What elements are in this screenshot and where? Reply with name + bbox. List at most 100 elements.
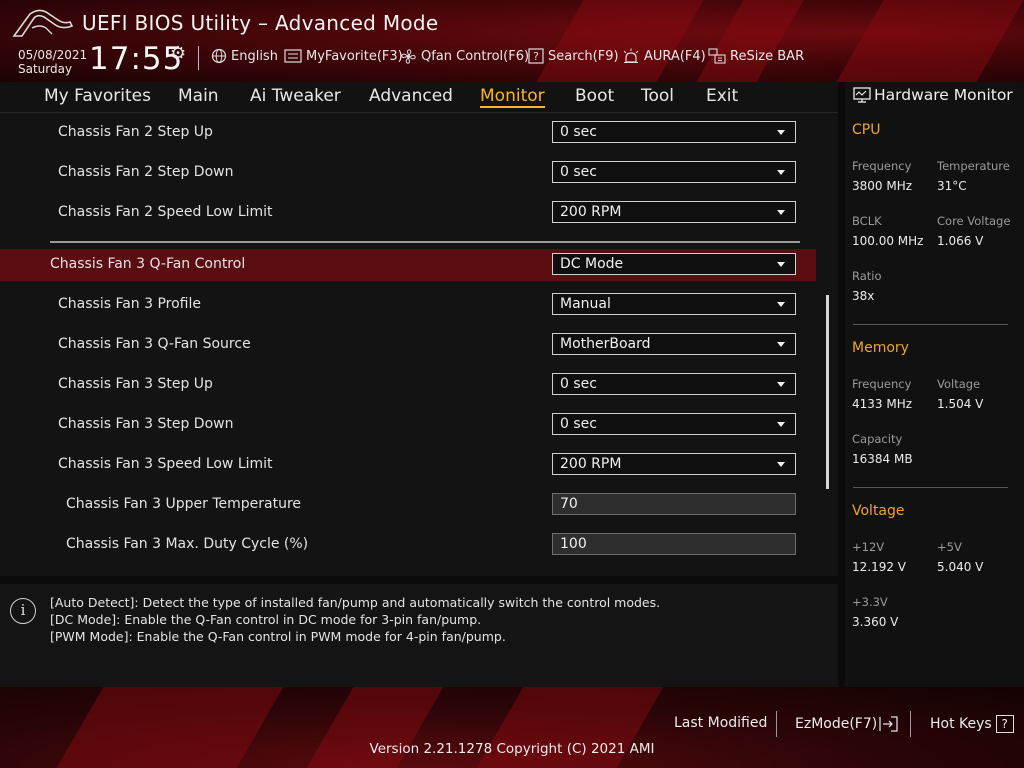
ezmode-button[interactable]: EzMode(F7) [795,715,899,733]
cpu-heading: CPU [852,122,881,138]
setting-dropdown[interactable]: 200 RPM [552,201,796,223]
chevron-down-icon [777,302,785,307]
dropdown-value: 0 sec [560,376,597,392]
hardware-monitor-panel: Hardware Monitor CPU Frequency Temperatu… [845,82,1024,687]
tab-tool[interactable]: Tool [641,86,674,106]
setting-row[interactable]: Chassis Fan 3 Step Down 0 sec [0,409,816,441]
language-button[interactable]: English [211,46,278,66]
header-bar: UEFI BIOS Utility – Advanced Mode 05/08/… [0,0,1024,82]
setting-dropdown[interactable]: 200 RPM [552,453,796,475]
dropdown-value: 0 sec [560,164,597,180]
setting-row[interactable]: Chassis Fan 3 Max. Duty Cycle (%) 100 [0,529,816,561]
v12-label: +12V [852,540,885,554]
myfavorite-button[interactable]: MyFavorite(F3) [284,46,403,66]
setting-dropdown[interactable]: 0 sec [552,121,796,143]
dropdown-value: Manual [560,296,611,312]
setting-dropdown[interactable]: 0 sec [552,413,796,435]
myfavorite-label: MyFavorite(F3) [306,48,403,64]
tab-main[interactable]: Main [178,86,219,106]
main-panel: My Favorites Main Ai Tweaker Advanced Mo… [0,82,838,576]
setting-label: Chassis Fan 3 Q-Fan Source [58,336,251,352]
dropdown-value: 200 RPM [560,204,622,220]
qfan-control-button[interactable]: Qfan Control(F6) [400,46,529,66]
core-voltage-value: 1.066 V [937,234,984,248]
dropdown-value: 0 sec [560,416,597,432]
v33-value: 3.360 V [852,615,899,629]
setting-label: Chassis Fan 3 Step Up [58,376,213,392]
help-panel: i [Auto Detect]: Detect the type of inst… [0,584,838,687]
help-text-line: [PWM Mode]: Enable the Q-Fan control in … [50,629,506,644]
setting-row[interactable]: Chassis Fan 3 Speed Low Limit 200 RPM [0,449,816,481]
search-button[interactable]: ? Search(F9) [528,46,619,66]
chevron-down-icon [777,130,785,135]
setting-row[interactable]: Chassis Fan 3 Profile Manual [0,289,816,321]
setting-dropdown[interactable]: 0 sec [552,161,796,183]
fan-icon [400,48,417,65]
tab-advanced[interactable]: Advanced [369,86,453,106]
hardware-monitor-label: Hardware Monitor [874,86,1013,104]
chevron-down-icon [777,462,785,467]
setting-row[interactable]: Chassis Fan 2 Speed Low Limit 200 RPM [0,197,816,229]
tab-my-favorites[interactable]: My Favorites [44,86,151,106]
setting-row[interactable]: Chassis Fan 2 Step Down 0 sec [0,157,816,189]
memory-capacity-label: Capacity [852,432,903,446]
cpu-temperature-value: 31°C [937,179,967,193]
dropdown-value: 200 RPM [560,456,622,472]
setting-dropdown[interactable]: 0 sec [552,373,796,395]
setting-row[interactable]: Chassis Fan 2 Step Up 0 sec [0,117,816,149]
number-input[interactable]: 100 [552,533,796,555]
help-search-icon: ? [528,48,544,64]
voltage-heading: Voltage [852,503,905,519]
tab-exit[interactable]: Exit [706,86,738,106]
aura-button[interactable]: AURA(F4) [622,46,706,66]
dropdown-value: MotherBoard [560,336,651,352]
chevron-down-icon [777,262,785,267]
v12-value: 12.192 V [852,560,907,574]
setting-row-selected[interactable]: Chassis Fan 3 Q-Fan Control DC Mode [0,249,816,281]
chevron-down-icon [777,210,785,215]
exit-arrow-icon [879,715,899,733]
setting-row[interactable]: Chassis Fan 3 Upper Temperature 70 [0,489,816,521]
setting-label: Chassis Fan 3 Q-Fan Control [50,256,246,272]
memory-frequency-value: 4133 MHz [852,397,913,411]
setting-dropdown[interactable]: DC Mode [552,253,796,275]
v5-label: +5V [937,540,962,554]
qfan-label: Qfan Control(F6) [421,48,530,64]
setting-row[interactable]: Chassis Fan 3 Q-Fan Source MotherBoard [0,329,816,361]
ratio-label: Ratio [852,269,882,283]
hot-keys-button[interactable]: Hot Keys ? [930,715,1014,733]
setting-label: Chassis Fan 2 Step Down [58,164,234,180]
gear-icon[interactable]: ⚙ [170,43,186,64]
hardware-monitor-title: Hardware Monitor [853,86,1013,104]
app-title: UEFI BIOS Utility – Advanced Mode [82,11,439,35]
section-divider [853,487,1008,488]
setting-label: Chassis Fan 3 Step Down [58,416,234,432]
cpu-frequency-value: 3800 MHz [852,179,913,193]
help-text-line: [DC Mode]: Enable the Q-Fan control in D… [50,612,482,627]
tab-ai-tweaker[interactable]: Ai Tweaker [250,86,341,106]
resize-bar-icon [708,48,726,64]
scrollbar-thumb[interactable] [826,295,829,489]
setting-label: Chassis Fan 2 Step Up [58,124,213,140]
chevron-down-icon [777,342,785,347]
date-display[interactable]: 05/08/2021 Saturday [18,48,87,76]
number-input[interactable]: 70 [552,493,796,515]
resize-bar-button[interactable]: ReSize BAR [708,46,804,66]
question-icon: ? [995,715,1014,733]
tab-monitor[interactable]: Monitor [480,86,545,108]
tab-boot[interactable]: Boot [575,86,614,106]
setting-dropdown[interactable]: MotherBoard [552,333,796,355]
setting-dropdown[interactable]: Manual [552,293,796,315]
header-stripe [696,0,804,82]
footer-bar: Last Modified EzMode(F7) Hot Keys ? Vers… [0,687,1024,768]
bclk-label: BCLK [852,214,882,228]
last-modified-button[interactable]: Last Modified [674,715,767,731]
toolbar-divider [198,46,199,70]
section-divider [50,241,800,243]
setting-label: Chassis Fan 3 Max. Duty Cycle (%) [66,536,309,552]
section-divider [853,324,1008,325]
language-label: English [231,48,278,64]
ratio-value: 38x [852,289,875,303]
setting-row[interactable]: Chassis Fan 3 Step Up 0 sec [0,369,816,401]
memory-frequency-label: Frequency [852,377,912,391]
